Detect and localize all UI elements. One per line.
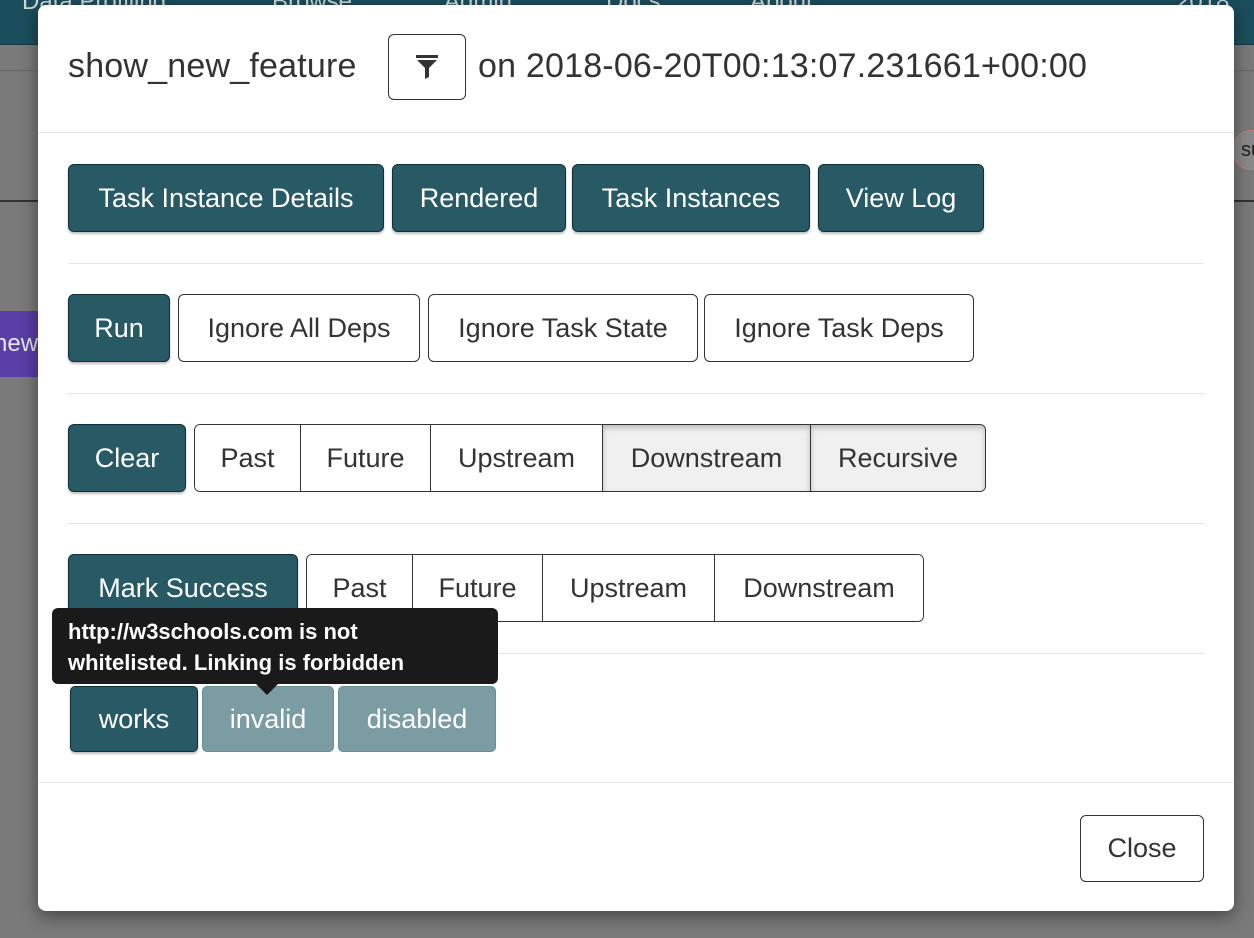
ignore-task-state-toggle[interactable]: Ignore Task State xyxy=(428,294,698,362)
background-right-chip: su xyxy=(1232,130,1254,170)
mark-success-upstream-toggle[interactable]: Upstream xyxy=(543,555,715,621)
modal-title-date: on 2018-06-20T00:13:07.231661+00:00 xyxy=(478,47,1088,85)
divider xyxy=(68,393,1204,394)
divider xyxy=(68,263,1204,264)
task-actions-modal: show_new_feature on 2018-06-20T00:13:07.… xyxy=(38,5,1234,911)
view-log-button[interactable]: View Log xyxy=(818,164,984,232)
clear-recursive-toggle[interactable]: Recursive xyxy=(811,425,985,491)
clear-options-group: Past Future Upstream Downstream Recursiv… xyxy=(194,424,986,492)
clear-past-toggle[interactable]: Past xyxy=(195,425,301,491)
divider xyxy=(68,523,1204,524)
task-instance-details-button[interactable]: Task Instance Details xyxy=(68,164,384,232)
clear-downstream-toggle[interactable]: Downstream xyxy=(603,425,811,491)
clear-upstream-toggle[interactable]: Upstream xyxy=(431,425,603,491)
link-forbidden-tooltip: http://w3schools.com is not whitelisted.… xyxy=(52,608,498,684)
mark-success-downstream-toggle[interactable]: Downstream xyxy=(715,555,923,621)
clear-button[interactable]: Clear xyxy=(68,424,186,492)
filter-icon xyxy=(416,55,438,79)
modal-title-task: show_new_feature xyxy=(68,47,357,85)
extra-link-invalid-button[interactable]: invalid xyxy=(202,686,334,752)
ignore-all-deps-toggle[interactable]: Ignore All Deps xyxy=(178,294,420,362)
tooltip-arrow xyxy=(256,684,278,695)
rendered-button[interactable]: Rendered xyxy=(392,164,566,232)
tooltip-line-2: whitelisted. Linking is forbidden xyxy=(68,650,405,675)
filter-upstream-button[interactable] xyxy=(388,34,466,100)
extra-link-works-button[interactable]: works xyxy=(70,686,198,752)
ignore-task-deps-toggle[interactable]: Ignore Task Deps xyxy=(704,294,974,362)
clear-future-toggle[interactable]: Future xyxy=(301,425,431,491)
modal-footer-divider xyxy=(38,782,1234,783)
run-button[interactable]: Run xyxy=(68,294,170,362)
extra-link-disabled-button[interactable]: disabled xyxy=(338,686,496,752)
modal-header: show_new_feature on 2018-06-20T00:13:07.… xyxy=(38,5,1234,133)
close-button[interactable]: Close xyxy=(1080,815,1204,882)
tooltip-line-1: http://w3schools.com is not xyxy=(68,619,358,644)
task-instances-button[interactable]: Task Instances xyxy=(572,164,810,232)
